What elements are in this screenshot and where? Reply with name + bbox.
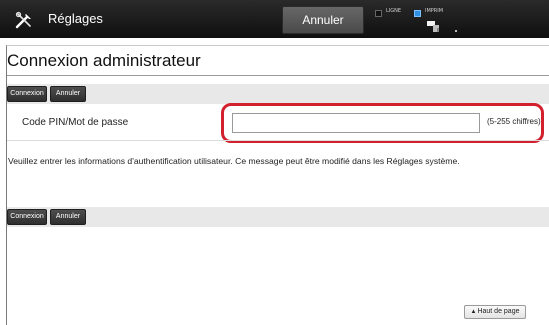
ligne-indicator xyxy=(375,10,382,17)
connect-button-top[interactable]: Connexion xyxy=(7,86,47,102)
cancel-button-bottom[interactable]: Annuler xyxy=(50,209,86,225)
imprim-indicator xyxy=(414,10,421,17)
back-to-top-button[interactable]: ▲Haut de page xyxy=(464,305,526,319)
cancel-button-top[interactable]: Annuler xyxy=(50,86,86,102)
section-divider xyxy=(7,140,549,141)
back-to-top-label: Haut de page xyxy=(477,308,520,315)
title-divider xyxy=(7,75,549,76)
connect-button-bottom[interactable]: Connexion xyxy=(7,209,47,225)
status-dot xyxy=(455,30,457,32)
up-arrow-icon: ▲ xyxy=(470,309,477,315)
info-message: Veuillez entrer les informations d'authe… xyxy=(8,156,460,166)
bottom-action-bar: Connexion Annuler xyxy=(7,207,549,227)
ligne-label: LIGNE xyxy=(386,8,402,14)
printer-icon xyxy=(426,20,444,34)
app-title: Réglages xyxy=(48,11,103,26)
tools-icon[interactable] xyxy=(14,10,34,30)
top-bar: Réglages Annuler LIGNE IMPRIM xyxy=(0,0,549,38)
pin-label: Code PIN/Mot de passe xyxy=(22,117,129,128)
page-title: Connexion administrateur xyxy=(7,51,201,70)
top-action-bar: Connexion Annuler xyxy=(7,84,549,104)
header-cancel-button[interactable]: Annuler xyxy=(282,6,364,34)
highlight-ring xyxy=(221,103,544,143)
imprim-label: IMPRIM xyxy=(425,8,444,14)
